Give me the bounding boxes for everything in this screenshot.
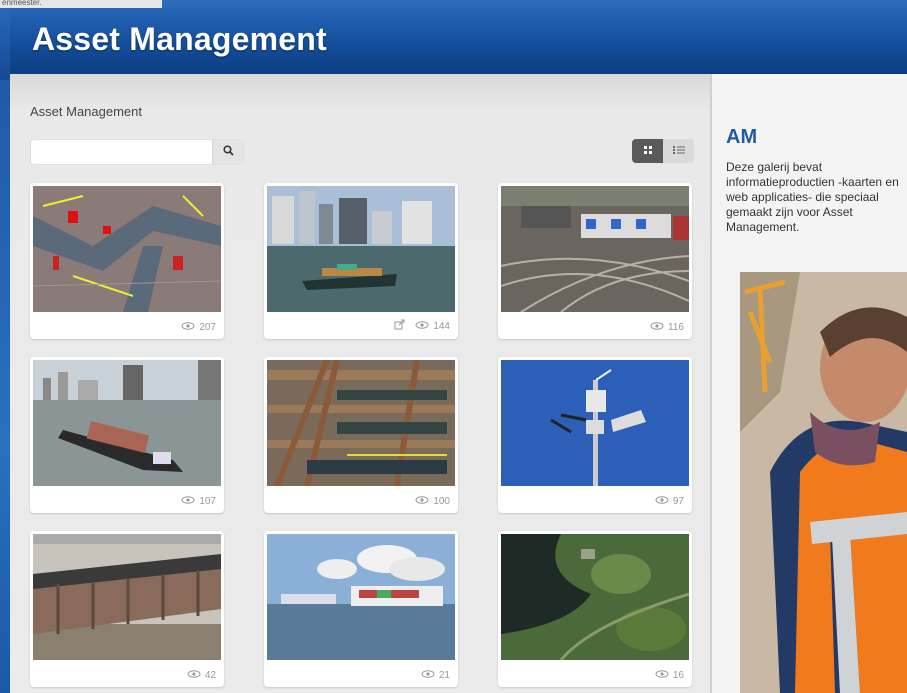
thumbnail-construction [267, 360, 455, 486]
view-count-value: 107 [199, 496, 216, 507]
gallery-card[interactable]: 144 [264, 183, 458, 339]
gallery-content: Asset Management 207 144 116 107 100 97 … [10, 74, 710, 693]
view-count-value: 97 [672, 496, 684, 507]
eye-icon [415, 320, 429, 332]
view-count-value: 21 [438, 670, 450, 681]
thumbnail-rail-yard [501, 186, 689, 312]
search-icon [222, 143, 234, 161]
list-view-button[interactable] [663, 139, 694, 163]
breadcrumb[interactable]: Asset Management [30, 104, 142, 119]
view-count: 42 [187, 670, 216, 681]
eye-icon [650, 322, 664, 333]
grid-view-icon [643, 142, 653, 160]
list-view-icon [672, 142, 685, 160]
sidebar-title: AM [726, 126, 758, 148]
thumbnail-barge-river [33, 360, 221, 486]
view-count: 97 [655, 496, 684, 507]
external-link-icon[interactable] [394, 319, 405, 333]
corner-note: enmeester. [0, 0, 162, 8]
view-count-value: 144 [433, 320, 450, 332]
search-button[interactable] [212, 140, 243, 164]
view-count: 116 [650, 322, 684, 333]
gallery-card[interactable]: 100 [264, 357, 458, 513]
grid-view-button[interactable] [632, 139, 663, 163]
header-banner: Asset Management [10, 8, 907, 74]
view-count: 207 [181, 322, 216, 333]
gallery-card[interactable]: 42 [30, 531, 224, 687]
eye-icon [655, 670, 669, 681]
gallery-card[interactable]: 116 [498, 183, 692, 339]
thumbnail-weather-station [501, 360, 689, 486]
view-count-value: 100 [433, 496, 450, 507]
view-count: 100 [415, 496, 450, 507]
gallery-card[interactable]: 97 [498, 357, 692, 513]
thumbnail-ship-skyline [267, 186, 455, 312]
view-count-value: 42 [204, 670, 216, 681]
search-input[interactable] [31, 140, 209, 164]
gallery-card[interactable]: 107 [30, 357, 224, 513]
eye-icon [415, 496, 429, 507]
view-count: 21 [421, 670, 450, 681]
view-toggle [632, 139, 694, 163]
eye-icon [187, 670, 201, 681]
view-count-value: 16 [672, 670, 684, 681]
eye-icon [421, 670, 435, 681]
gallery-card[interactable]: 21 [264, 531, 458, 687]
view-count-value: 207 [199, 322, 216, 333]
view-count-value: 116 [668, 322, 684, 333]
sidebar-photo-worker [740, 272, 907, 693]
view-count: 144 [394, 319, 450, 333]
view-count: 107 [181, 496, 216, 507]
thumbnail-aerial-satellite [501, 534, 689, 660]
gallery-card[interactable]: 16 [498, 531, 692, 687]
thumbnail-map [33, 186, 221, 312]
page-title: Asset Management [32, 21, 327, 57]
search-box [30, 139, 244, 165]
eye-icon [181, 496, 195, 507]
view-count: 16 [655, 670, 684, 681]
thumbnail-container-ships [267, 534, 455, 660]
sidebar: AM Deze galerij bevat informatieproducti… [712, 74, 907, 693]
eye-icon [181, 322, 195, 333]
gallery-card[interactable]: 207 [30, 183, 224, 339]
thumbnail-quay-wall [33, 534, 221, 660]
sidebar-description: Deze galerij bevat informatieproductien … [726, 160, 899, 234]
eye-icon [655, 496, 669, 507]
page-background-left [0, 80, 10, 693]
